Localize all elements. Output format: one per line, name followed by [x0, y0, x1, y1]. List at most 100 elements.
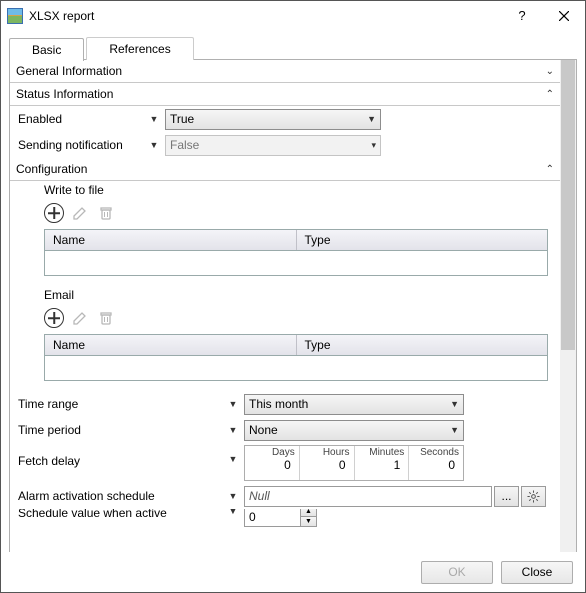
unit-hours: Hours: [300, 446, 354, 458]
tab-references[interactable]: References: [86, 37, 193, 60]
chevron-down-icon: ⌄: [546, 66, 554, 77]
time-period-value: None: [249, 423, 450, 437]
gear-icon: [527, 490, 540, 503]
label-enabled: Enabled: [18, 112, 143, 126]
row-fetch-delay: Fetch delay ▼ Days 0 Hours 0 Minutes: [10, 443, 560, 483]
unit-days: Days: [245, 446, 299, 458]
fetch-delay-seconds[interactable]: Seconds 0: [409, 446, 463, 480]
menu-caret-icon[interactable]: ▼: [222, 445, 244, 464]
sending-notification-select: False ▾: [165, 135, 381, 156]
edit-icon: [70, 203, 90, 223]
group-general-information[interactable]: General Information ⌄: [10, 60, 560, 83]
alarm-schedule-value: Null: [249, 489, 270, 503]
spinner-down[interactable]: ▼: [301, 517, 316, 526]
table-body-empty[interactable]: [45, 251, 547, 275]
row-time-period: Time period ▼ None ▼: [10, 417, 560, 443]
col-type[interactable]: Type: [297, 230, 548, 250]
fetch-delay-minutes[interactable]: Minutes 1: [355, 446, 410, 480]
tabs: Basic References: [9, 37, 577, 60]
write-to-file-toolbar: [10, 199, 560, 229]
add-icon[interactable]: [44, 203, 64, 223]
value-minutes: 1: [355, 458, 409, 473]
label-alarm-schedule: Alarm activation schedule: [18, 489, 222, 503]
group-status-label: Status Information: [16, 87, 546, 101]
table-body-empty[interactable]: [45, 356, 547, 380]
label-time-range: Time range: [18, 397, 222, 411]
menu-caret-icon[interactable]: ▼: [222, 399, 244, 409]
close-window-button[interactable]: [543, 1, 585, 31]
value-days: 0: [245, 458, 299, 473]
browse-button[interactable]: ...: [494, 486, 519, 507]
unit-seconds: Seconds: [409, 446, 463, 458]
spinner-up[interactable]: ▲: [301, 509, 316, 517]
row-sending-notification: Sending notification ▼ False ▾: [10, 132, 560, 158]
fetch-delay-hours[interactable]: Hours 0: [300, 446, 355, 480]
ok-button: OK: [421, 561, 493, 584]
fetch-delay-grid[interactable]: Days 0 Hours 0 Minutes 1 Seconds: [244, 445, 464, 481]
sending-notification-value: False: [170, 138, 371, 152]
add-icon[interactable]: [44, 308, 64, 328]
enabled-select[interactable]: True ▼: [165, 109, 381, 130]
row-time-range: Time range ▼ This month ▼: [10, 391, 560, 417]
tab-panel: General Information ⌄ Status Information…: [9, 59, 577, 552]
label-schedule-value-cut: Schedule value when active: [18, 509, 222, 520]
close-label: Close: [522, 565, 553, 579]
dropdown-arrow-icon: ▼: [367, 114, 376, 124]
group-general-label: General Information: [16, 64, 546, 78]
table-header: Name Type: [45, 335, 547, 356]
value-seconds: 0: [409, 458, 463, 473]
settings-button[interactable]: [521, 486, 546, 507]
menu-caret-icon[interactable]: ▼: [143, 140, 165, 150]
label-time-period: Time period: [18, 423, 222, 437]
schedule-value-spinner[interactable]: ▲ ▼: [244, 509, 317, 527]
menu-caret-icon[interactable]: ▼: [143, 114, 165, 124]
write-to-file-table[interactable]: Name Type: [44, 229, 548, 276]
fetch-delay-days[interactable]: Days 0: [245, 446, 300, 480]
time-range-select[interactable]: This month ▼: [244, 394, 464, 415]
enabled-value: True: [170, 112, 367, 126]
group-configuration-label: Configuration: [16, 162, 546, 176]
email-table[interactable]: Name Type: [44, 334, 548, 381]
row-enabled: Enabled ▼ True ▼: [10, 106, 560, 132]
scrollbar-thumb[interactable]: [561, 60, 575, 350]
tab-basic-label: Basic: [32, 43, 61, 57]
dropdown-arrow-icon: ▼: [450, 425, 459, 435]
row-schedule-value: Schedule value when active ▼ ▲ ▼: [10, 509, 560, 535]
vertical-scrollbar[interactable]: [560, 60, 576, 552]
titlebar: XLSX report ?: [1, 1, 585, 31]
col-name[interactable]: Name: [45, 230, 297, 250]
subheader-email: Email: [10, 286, 560, 304]
row-alarm-schedule: Alarm activation schedule ▼ Null ...: [10, 483, 560, 509]
col-name[interactable]: Name: [45, 335, 297, 355]
delete-icon: [96, 203, 116, 223]
delete-icon: [96, 308, 116, 328]
group-configuration[interactable]: Configuration ⌃: [10, 158, 560, 181]
time-period-select[interactable]: None ▼: [244, 420, 464, 441]
group-status-information[interactable]: Status Information ⌃: [10, 83, 560, 106]
help-button[interactable]: ?: [501, 1, 543, 31]
chevron-up-icon: ⌃: [546, 164, 554, 175]
footer: OK Close: [1, 552, 585, 592]
value-hours: 0: [300, 458, 354, 473]
menu-caret-icon[interactable]: ▼: [222, 425, 244, 435]
col-type[interactable]: Type: [297, 335, 548, 355]
chevron-up-icon: ⌃: [546, 89, 554, 100]
ok-label: OK: [448, 565, 465, 579]
edit-icon: [70, 308, 90, 328]
email-toolbar: [10, 304, 560, 334]
menu-caret-icon[interactable]: ▼: [222, 509, 244, 516]
tab-basic[interactable]: Basic: [9, 38, 84, 61]
table-header: Name Type: [45, 230, 547, 251]
time-range-value: This month: [249, 397, 450, 411]
close-button[interactable]: Close: [501, 561, 573, 584]
label-fetch-delay: Fetch delay: [18, 445, 222, 468]
unit-minutes: Minutes: [355, 446, 409, 458]
spinner-buttons: ▲ ▼: [300, 509, 317, 527]
label-sending-notification: Sending notification: [18, 138, 143, 152]
subheader-write-to-file: Write to file: [10, 181, 560, 199]
tab-references-label: References: [109, 42, 170, 56]
menu-caret-icon[interactable]: ▼: [222, 491, 244, 501]
schedule-value-input[interactable]: [244, 509, 300, 527]
window-title: XLSX report: [29, 9, 501, 23]
alarm-schedule-input[interactable]: Null: [244, 486, 492, 507]
